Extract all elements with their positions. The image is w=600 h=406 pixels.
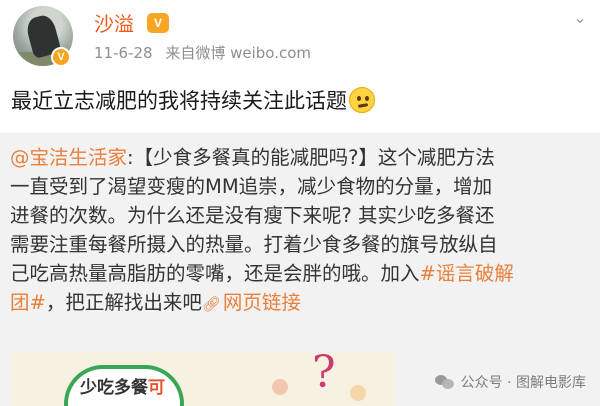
post-meta: 11-6-28 来自微博 weibo.com (94, 43, 311, 63)
watermark-label: 公众号 · 图解电影库 (460, 375, 586, 391)
post-body: 最近立志减肥的我将持续关注此话题 (11, 89, 347, 113)
verified-badge-icon: V (51, 47, 71, 67)
repost-line: 团#，把正解找出来吧🔗︎ 网页链接 (10, 288, 594, 319)
post-time[interactable]: 11-6-28 (94, 44, 153, 62)
decoration-dot (272, 379, 288, 395)
repost-block[interactable]: @宝洁生活家:【少食多餐真的能减肥吗?】这个减肥方法 一直受到了渴望变瘦的MM追… (0, 133, 600, 406)
watermark: 公众号 · 图解电影库 (434, 372, 586, 392)
chevron-down-icon[interactable]: ⌄ (570, 8, 590, 28)
link-icon: 🔗︎ (201, 295, 221, 313)
topic-link-end[interactable]: 团# (10, 291, 46, 314)
question-mark-icon: ? (312, 351, 336, 398)
mention-link[interactable]: @宝洁生活家 (10, 146, 127, 169)
repost-line: 需要注重每餐所摄入的热量。打着少食多餐的旗号放纵自 (10, 233, 498, 256)
repost-text: @宝洁生活家:【少食多餐真的能减肥吗?】这个减肥方法 一直受到了渴望变瘦的MM追… (10, 143, 594, 319)
repost-line: 己吃高热量高脂肪的零嘴，还是会胖的哦。加入#谣言破解 (10, 262, 514, 285)
web-link[interactable]: 网页链接 (223, 291, 301, 314)
wechat-icon (434, 374, 455, 390)
user-name[interactable]: 沙溢 (94, 11, 134, 37)
weibo-post-card: V 沙溢 V 11-6-28 来自微博 weibo.com ⌄ 最近立志减肥的我… (0, 0, 600, 406)
thinking-face-icon (349, 87, 375, 113)
decoration-dot (350, 385, 366, 401)
repost-line: 进餐的次数。为什么还是没有瘦下来呢? 其实少吃多餐还 (10, 204, 495, 227)
repost-line: 一直受到了渴望变瘦的MM追崇，减少食物的分量，增加 (10, 175, 493, 198)
topic-link[interactable]: #谣言破解 (420, 262, 514, 285)
post-text: 最近立志减肥的我将持续关注此话题 (11, 86, 375, 116)
image-preview[interactable]: 少吃多餐可 ? (10, 351, 394, 406)
post-source[interactable]: 来自微博 weibo.com (165, 44, 311, 62)
repost-line: @宝洁生活家:【少食多餐真的能减肥吗?】这个减肥方法 (10, 146, 495, 169)
preview-caption: 少吃多餐可 (80, 378, 165, 398)
vip-badge-icon[interactable]: V (147, 13, 169, 33)
